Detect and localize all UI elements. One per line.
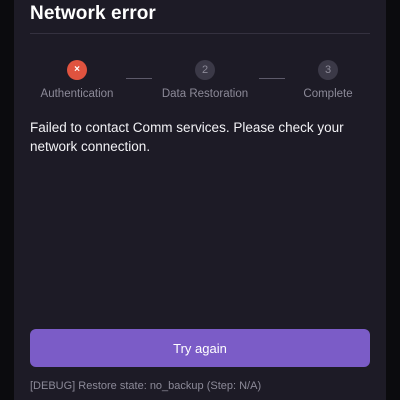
step-label-complete: Complete xyxy=(303,88,353,100)
page-title: Network error xyxy=(30,3,156,24)
step-label-authentication: Authentication xyxy=(40,88,114,100)
step-number-2: 2 xyxy=(195,60,215,80)
title-divider xyxy=(30,33,370,34)
step-authentication: × Authentication xyxy=(17,60,137,100)
restore-panel: Network error × Authentication 2 Data Re… xyxy=(14,0,386,400)
try-again-button[interactable]: Try again xyxy=(30,329,370,367)
step-complete: 3 Complete xyxy=(268,60,388,100)
step-label-data-restoration: Data Restoration xyxy=(161,88,249,100)
step-data-restoration: 2 Data Restoration xyxy=(145,60,265,100)
debug-status-text: [DEBUG] Restore state: no_backup (Step: … xyxy=(30,380,262,392)
step-number-3: 3 xyxy=(318,60,338,80)
error-x-icon: × xyxy=(67,60,87,80)
error-message: Failed to contact Comm services. Please … xyxy=(30,120,344,154)
